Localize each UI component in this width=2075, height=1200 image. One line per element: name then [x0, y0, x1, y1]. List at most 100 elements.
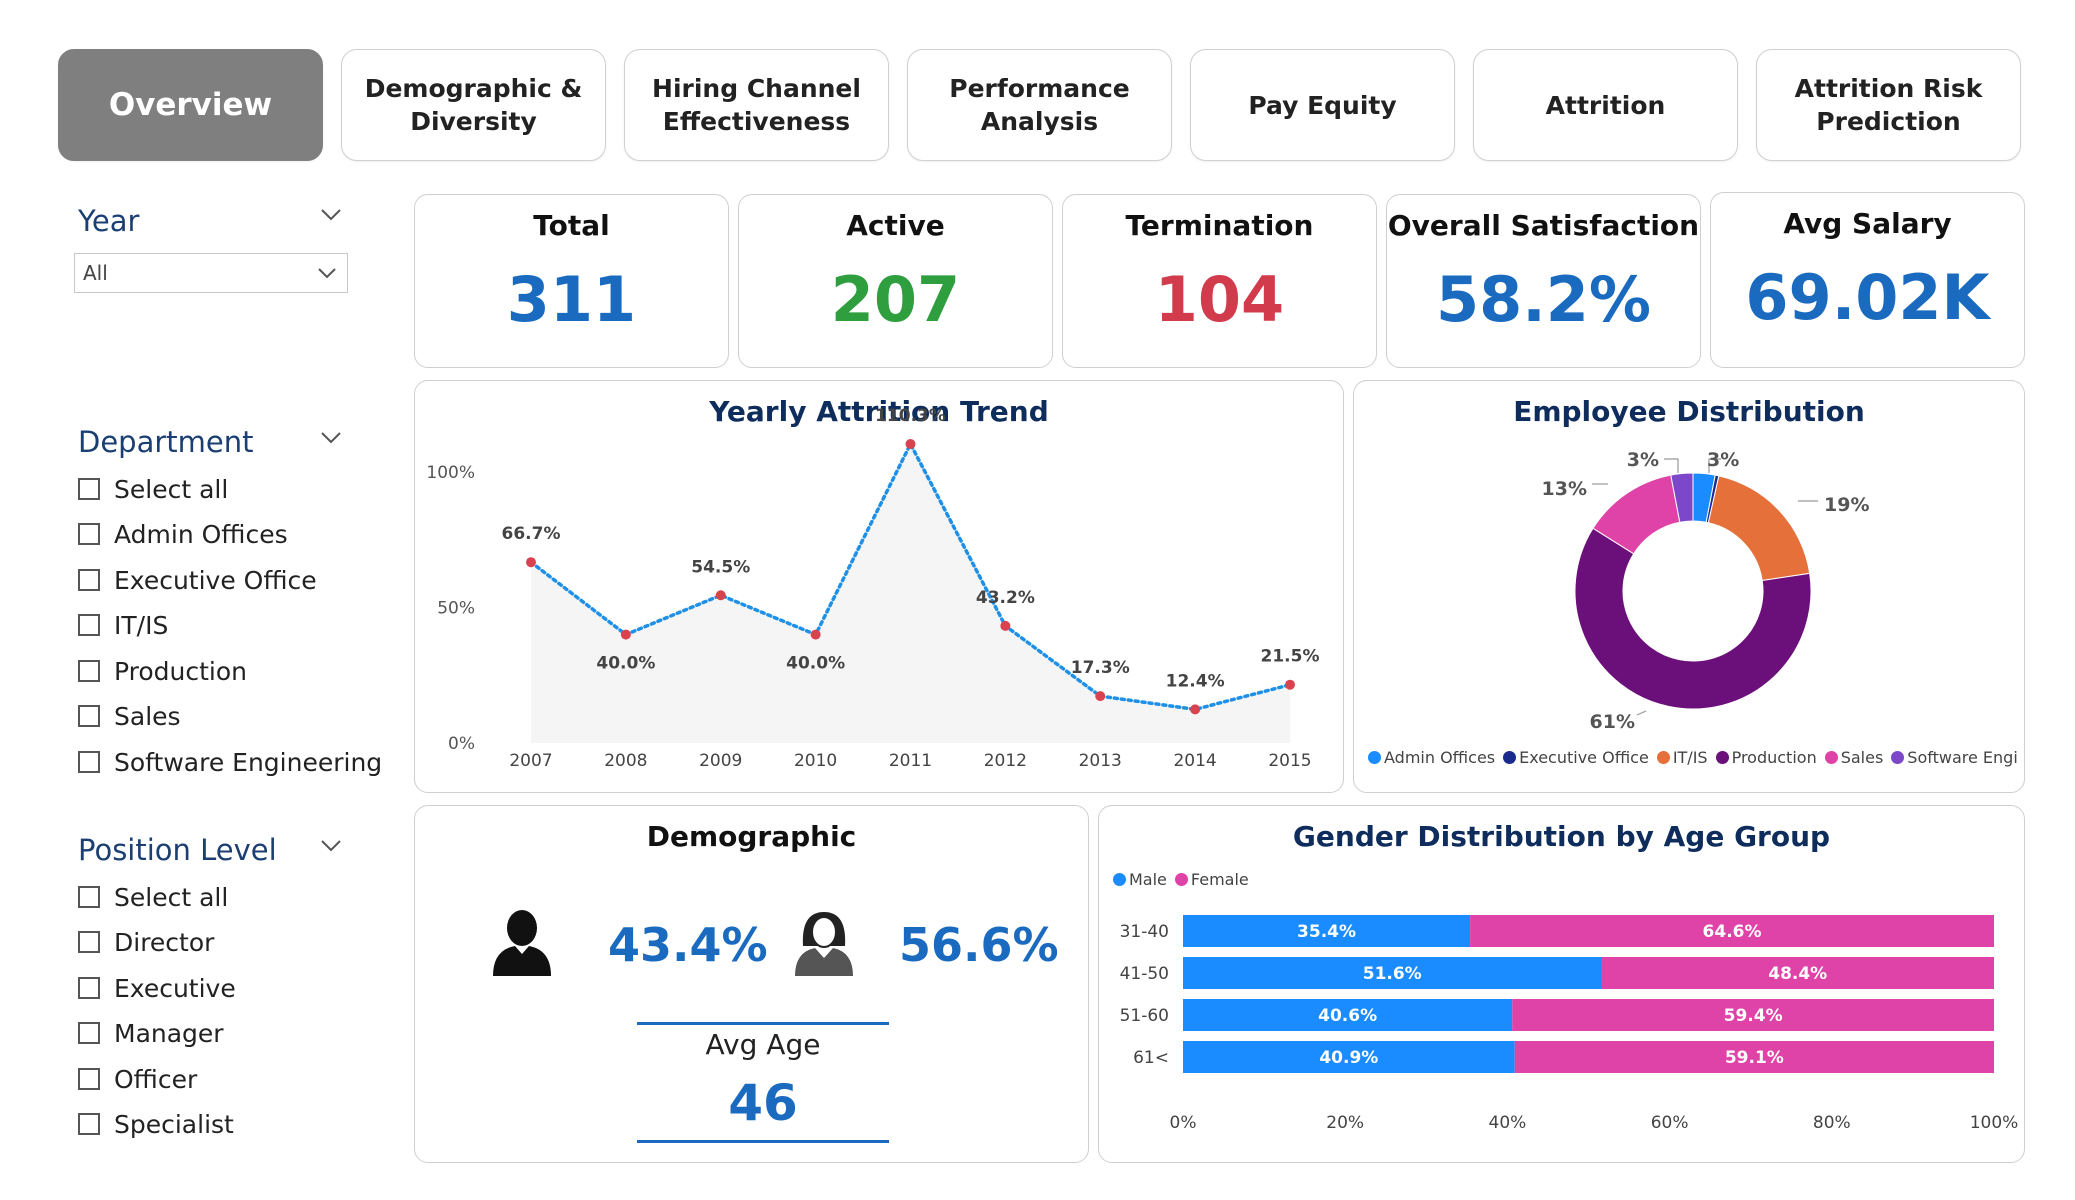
gender-age-card: Gender Distribution by Age Group Male Fem… — [1098, 805, 2025, 1163]
data-label: 54.5% — [691, 557, 750, 577]
tab-label: Attrition Risk Prediction — [1794, 74, 1983, 136]
category-label: 31-40 — [1120, 922, 1169, 942]
bar-label: 59.1% — [1725, 1048, 1784, 1068]
data-label: 40.0% — [786, 654, 845, 674]
department-option[interactable]: Executive Office — [78, 565, 317, 595]
divider — [637, 1022, 889, 1025]
tab-overview[interactable]: Overview — [58, 49, 323, 161]
area-fill — [531, 444, 1290, 743]
data-label: 110.3% — [875, 406, 946, 426]
tab-hiring-channel[interactable]: Hiring Channel Effectiveness — [624, 49, 889, 161]
checkbox[interactable] — [78, 614, 100, 636]
year-dropdown[interactable]: All — [74, 253, 348, 293]
tab-performance-analysis[interactable]: Performance Analysis — [907, 49, 1172, 161]
position-option[interactable]: Executive — [78, 973, 236, 1003]
legend-marker — [1656, 751, 1670, 764]
slice-label: 3% — [1627, 449, 1659, 471]
chevron-down-icon[interactable] — [320, 839, 342, 861]
department-option[interactable]: Admin Offices — [78, 519, 288, 549]
checkbox[interactable] — [78, 478, 100, 500]
data-label: 43.2% — [976, 588, 1035, 608]
department-option[interactable]: Select all — [78, 474, 228, 504]
checkbox[interactable] — [78, 1022, 100, 1044]
x-tick-label: 2010 — [794, 751, 837, 771]
divider — [637, 1140, 889, 1143]
kpi-title: Active — [846, 209, 945, 242]
legend-item[interactable]: Executive Office — [1503, 748, 1649, 767]
tab-label: Overview — [108, 86, 273, 123]
tab-attrition-risk[interactable]: Attrition Risk Prediction — [1756, 49, 2021, 161]
legend-item[interactable]: Admin Offices — [1368, 748, 1495, 767]
tab-attrition[interactable]: Attrition — [1473, 49, 1738, 161]
checkbox[interactable] — [78, 931, 100, 953]
tab-demographic-diversity[interactable]: Demographic & Diversity — [341, 49, 606, 161]
female-person-icon — [795, 912, 853, 976]
checkbox[interactable] — [78, 977, 100, 999]
kpi-value: 104 — [1154, 263, 1285, 336]
checkbox[interactable] — [78, 660, 100, 682]
year-dropdown-value: All — [83, 261, 108, 285]
legend-marker — [1368, 751, 1381, 764]
tab-label: Hiring Channel Effectiveness — [652, 74, 861, 136]
employee-distribution-chart: 3% 19% 61% 13% 3% — [1542, 449, 1870, 733]
slice-label: 19% — [1824, 494, 1869, 516]
legend-label: Software Engi... — [1907, 748, 2018, 767]
bar-label: 48.4% — [1768, 964, 1827, 984]
checkbox[interactable] — [78, 569, 100, 591]
position-option[interactable]: Director — [78, 927, 214, 957]
legend-label: Admin Offices — [1384, 748, 1496, 767]
data-point — [526, 557, 536, 568]
male-person-icon — [493, 910, 551, 976]
gender-age-chart: 31-40 35.4% 64.6% 41-50 51.6% 48.4% 51-60 40.6%… — [1120, 915, 2018, 1133]
demographic-card: Demographic 43.4% 56.6% Avg Age 46 — [414, 805, 1089, 1163]
tab-pay-equity[interactable]: Pay Equity — [1190, 49, 1455, 161]
legend-item[interactable]: IT/IS — [1656, 748, 1708, 767]
kpi-value: 311 — [506, 263, 637, 336]
legend-item[interactable]: Sales — [1824, 748, 1883, 767]
position-option[interactable]: Officer — [78, 1064, 197, 1094]
x-tick-label: 40% — [1489, 1113, 1527, 1133]
data-label: 21.5% — [1261, 647, 1320, 667]
checkbox[interactable] — [78, 751, 100, 773]
department-option[interactable]: Production — [78, 656, 247, 686]
x-tick-label: 0% — [1170, 1113, 1197, 1133]
slice-label: 13% — [1542, 478, 1587, 500]
kpi-title: Avg Salary — [1783, 207, 1952, 240]
attrition-trend-card: Yearly Attrition Trend 100% 50% 0% 66.7% 200… — [414, 380, 1344, 793]
department-option[interactable]: IT/IS — [78, 610, 168, 640]
bar-label: 40.9% — [1319, 1048, 1378, 1068]
data-point — [715, 590, 726, 601]
category-label: 61< — [1133, 1048, 1169, 1068]
kpi-value: 58.2% — [1435, 263, 1652, 336]
checkbox[interactable] — [78, 886, 100, 908]
tab-label: Performance Analysis — [949, 74, 1130, 136]
legend-marker — [1715, 751, 1729, 764]
checkbox[interactable] — [78, 705, 100, 727]
category-label: 41-50 — [1120, 964, 1169, 984]
chevron-down-icon[interactable] — [320, 431, 342, 453]
checkbox[interactable] — [78, 1068, 100, 1090]
department-option[interactable]: Software Engineering — [78, 747, 382, 777]
position-option[interactable]: Select all — [78, 882, 228, 912]
chevron-down-icon[interactable] — [320, 208, 342, 230]
position-option[interactable]: Specialist — [78, 1109, 234, 1139]
checkbox[interactable] — [78, 1113, 100, 1135]
data-point — [1095, 691, 1106, 702]
bar-label: 51.6% — [1363, 964, 1422, 984]
legend-item[interactable]: Production — [1715, 748, 1817, 767]
data-point — [1000, 620, 1011, 631]
position-option[interactable]: Manager — [78, 1018, 224, 1048]
attrition-trend-chart: 100% 50% 0% 66.7% 2007 40.0% 2008 54.5% 2009 40.0… — [426, 406, 1320, 771]
bar-label: 40.6% — [1318, 1006, 1377, 1026]
legend-item[interactable]: Software Engi... — [1891, 748, 2018, 767]
data-point — [905, 439, 916, 449]
chart-title: Demographic — [646, 820, 857, 853]
x-tick-label: 2008 — [604, 751, 647, 771]
data-point — [810, 629, 821, 640]
kpi-card-active: Active 207 — [738, 194, 1053, 368]
data-label: 12.4% — [1166, 671, 1225, 691]
chevron-down-icon — [317, 264, 337, 283]
male-percentage: 43.4% — [608, 918, 768, 972]
checkbox[interactable] — [78, 523, 100, 545]
department-option[interactable]: Sales — [78, 701, 181, 731]
